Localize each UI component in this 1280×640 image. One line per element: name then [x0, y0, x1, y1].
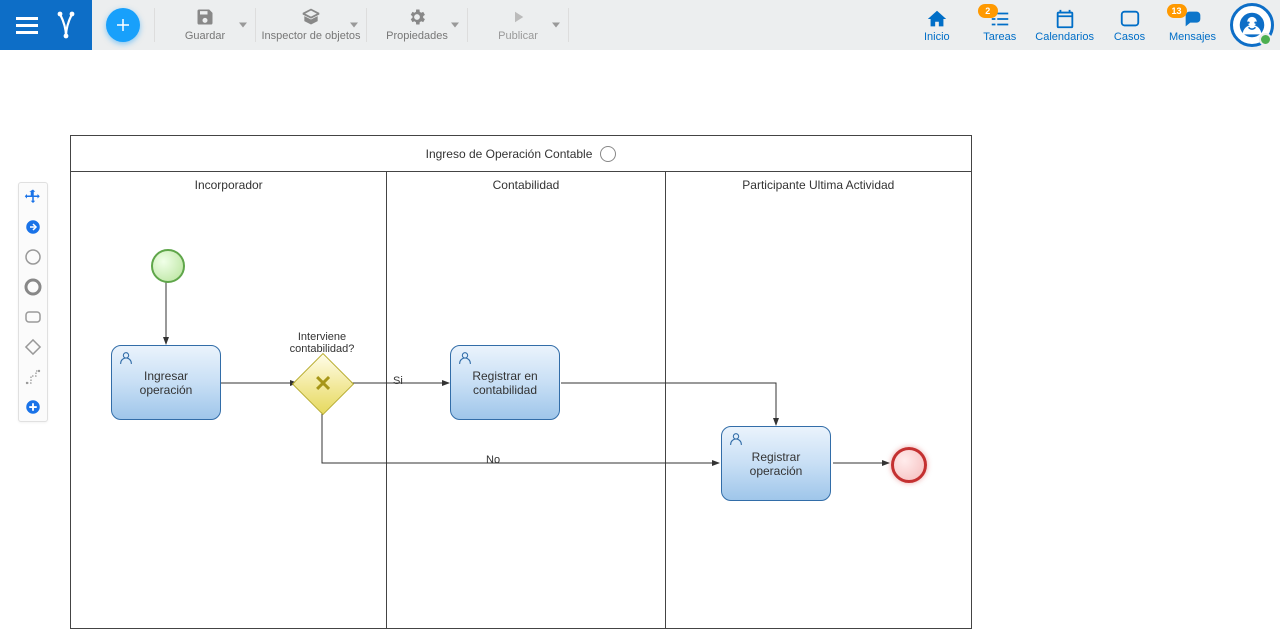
lane-participante[interactable]: Participante Ultima Actividad — [666, 172, 971, 629]
nav-messages-label: Mensajes — [1169, 31, 1216, 43]
user-icon — [728, 431, 744, 450]
presence-indicator — [1259, 33, 1272, 46]
user-icon — [457, 350, 473, 369]
save-icon — [195, 7, 215, 27]
nav-cases[interactable]: Casos — [1098, 0, 1161, 50]
chevron-down-icon[interactable] — [239, 23, 247, 28]
task-tool-icon[interactable] — [23, 307, 43, 327]
save-button[interactable]: Guardar — [155, 0, 255, 50]
task-registrar-operacion[interactable]: Registrar operación — [721, 426, 831, 501]
top-toolbar: Guardar Inspector de objetos Propiedades… — [0, 0, 1280, 51]
inspector-button[interactable]: Inspector de objetos — [256, 0, 366, 50]
nav-tasks[interactable]: 2 Tareas — [968, 0, 1031, 50]
spacer — [569, 0, 905, 50]
arrow-tool-icon[interactable] — [23, 217, 43, 237]
save-label: Guardar — [185, 30, 225, 42]
end-event[interactable] — [891, 447, 927, 483]
tasks-badge: 2 — [978, 4, 998, 18]
canvas[interactable]: Ingreso de Operación Contable Incorporad… — [0, 50, 1280, 640]
inspector-label: Inspector de objetos — [261, 30, 360, 42]
properties-button[interactable]: Propiedades — [367, 0, 467, 50]
bpmn-pool[interactable]: Ingreso de Operación Contable Incorporad… — [70, 135, 972, 629]
nav-home-label: Inicio — [924, 31, 950, 43]
nav-cases-label: Casos — [1114, 31, 1145, 43]
gear-icon — [407, 7, 427, 27]
task-label: Registrar operación — [728, 450, 824, 478]
task-label: Registrar en contabilidad — [457, 369, 553, 397]
start-event[interactable] — [151, 249, 185, 283]
chevron-down-icon[interactable] — [451, 23, 459, 28]
start-event-tool-icon[interactable] — [23, 247, 43, 267]
flow-label-si: Si — [393, 375, 403, 387]
task-ingresar-operacion[interactable]: Ingresar operación — [111, 345, 221, 420]
user-avatar[interactable] — [1224, 0, 1280, 50]
flow-label-no: No — [486, 454, 500, 466]
cases-icon — [1119, 7, 1141, 31]
circle-icon — [600, 146, 616, 162]
lane-title: Contabilidad — [387, 178, 664, 192]
lane-title: Incorporador — [71, 178, 386, 192]
user-icon — [118, 350, 134, 369]
play-icon — [509, 7, 527, 27]
messages-badge: 13 — [1167, 4, 1187, 18]
chevron-down-icon[interactable] — [552, 23, 560, 28]
nav-home[interactable]: Inicio — [905, 0, 968, 50]
nav-calendars[interactable]: Calendarios — [1031, 0, 1098, 50]
menu-button[interactable] — [10, 11, 44, 40]
end-event-tool-icon[interactable] — [23, 277, 43, 297]
nav-tasks-label: Tareas — [983, 31, 1016, 43]
lane-title: Participante Ultima Actividad — [666, 178, 971, 192]
pool-title-text: Ingreso de Operación Contable — [426, 147, 593, 161]
connector-tool-icon[interactable] — [23, 367, 43, 387]
app-logo-icon[interactable] — [50, 8, 82, 43]
nav-right: Inicio 2 Tareas Calendarios Casos 13 Men… — [905, 0, 1280, 50]
task-registrar-contabilidad[interactable]: Registrar en contabilidad — [450, 345, 560, 420]
publish-button[interactable]: Publicar — [468, 0, 568, 50]
properties-label: Propiedades — [386, 30, 448, 42]
pool-title: Ingreso de Operación Contable — [71, 136, 971, 172]
app-header — [0, 0, 92, 50]
box-icon — [301, 7, 321, 27]
nav-messages[interactable]: 13 Mensajes — [1161, 0, 1224, 50]
chevron-down-icon[interactable] — [350, 23, 358, 28]
add-button[interactable] — [106, 8, 140, 42]
publish-label: Publicar — [498, 30, 538, 42]
gateway-label: Interviene contabilidad? — [277, 331, 367, 355]
x-icon: ✕ — [314, 371, 332, 397]
home-icon — [926, 7, 948, 31]
gateway-tool-icon[interactable] — [23, 337, 43, 357]
calendar-icon — [1054, 7, 1076, 31]
task-label: Ingresar operación — [118, 369, 214, 397]
add-tool-icon[interactable] — [23, 397, 43, 417]
shape-palette — [18, 182, 48, 422]
nav-calendars-label: Calendarios — [1035, 31, 1094, 43]
move-tool-icon[interactable] — [23, 187, 43, 207]
